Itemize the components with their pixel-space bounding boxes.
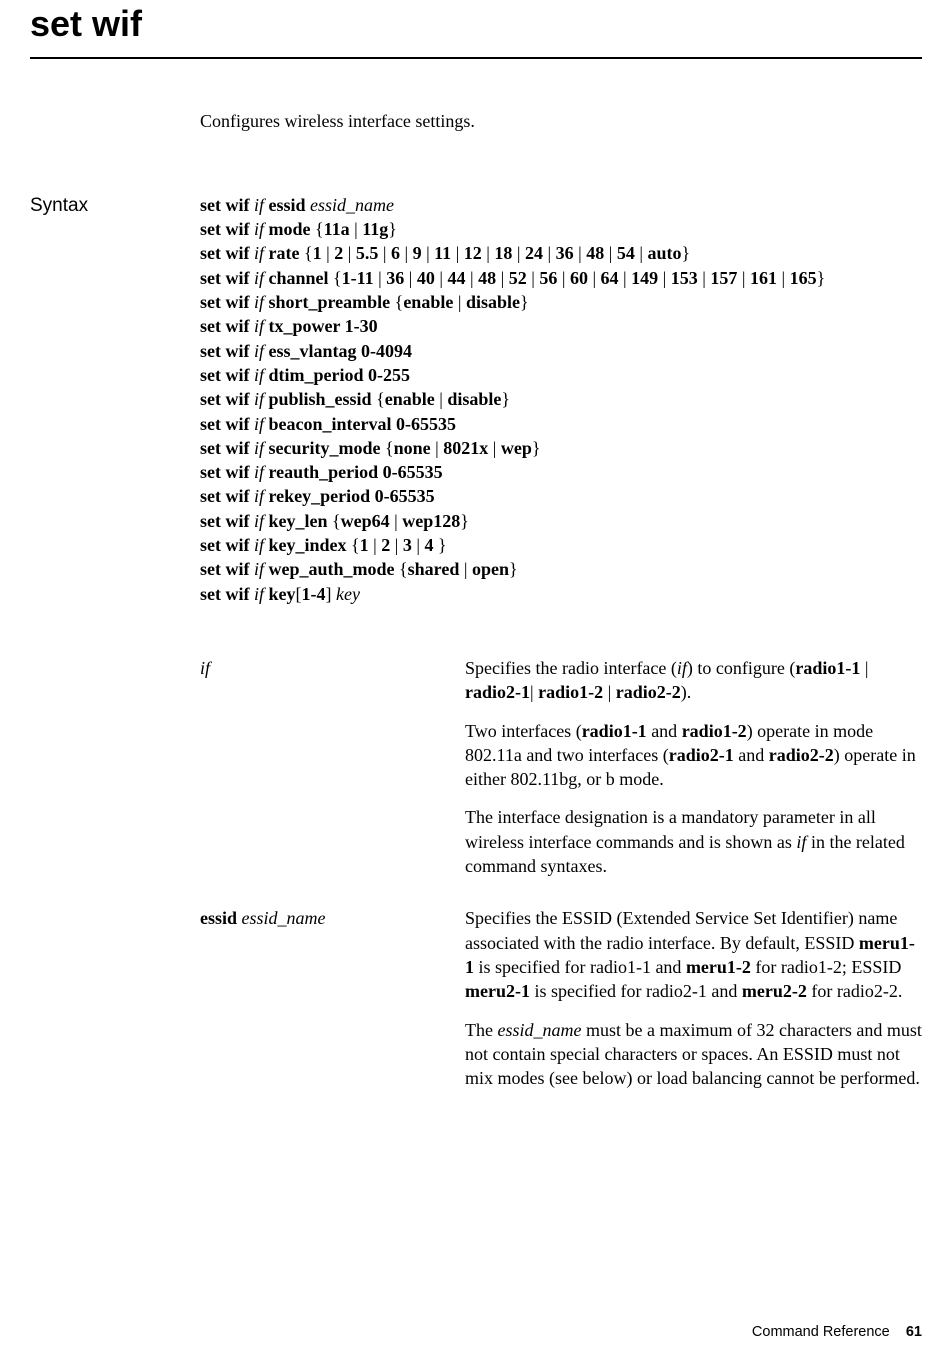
syntax-line: set wif if security_mode {none | 8021x |… (200, 436, 922, 460)
parameter-name: if (200, 656, 465, 680)
parameter-description: Specifies the ESSID (Extended Service Se… (465, 906, 922, 1104)
syntax-line: set wif if tx_power 1-30 (200, 314, 922, 338)
page-footer: Command Reference 61 (752, 1323, 922, 1343)
syntax-line: set wif if channel {1-11 | 36 | 40 | 44 … (200, 266, 922, 290)
syntax-line: set wif if publish_essid {enable | disab… (200, 387, 922, 411)
page-title: set wif (30, 0, 922, 49)
syntax-line: set wif if dtim_period 0-255 (200, 363, 922, 387)
syntax-line: set wif if ess_vlantag 0-4094 (200, 339, 922, 363)
page-number: 61 (906, 1324, 922, 1340)
syntax-line: set wif if wep_auth_mode {shared | open} (200, 557, 922, 581)
syntax-line: set wif if essid essid_name (200, 193, 922, 217)
footer-label: Command Reference (752, 1324, 890, 1340)
syntax-line: set wif if short_preamble {enable | disa… (200, 290, 922, 314)
syntax-line: set wif if key_len {wep64 | wep128} (200, 509, 922, 533)
syntax-line: set wif if rate {1 | 2 | 5.5 | 6 | 9 | 1… (200, 241, 922, 265)
parameter-description: Specifies the radio interface (if) to co… (465, 656, 922, 892)
parameter-name: essid essid_name (200, 906, 465, 930)
parameter-row: essid essid_nameSpecifies the ESSID (Ext… (200, 906, 922, 1104)
syntax-heading: Syntax (30, 193, 200, 219)
syntax-line: set wif if key[1-4] key (200, 582, 922, 606)
parameter-row: ifSpecifies the radio interface (if) to … (200, 656, 922, 892)
horizontal-rule (30, 57, 922, 59)
syntax-line: set wif if beacon_interval 0-65535 (200, 412, 922, 436)
syntax-line: set wif if mode {11a | 11g} (200, 217, 922, 241)
command-description: Configures wireless interface settings. (200, 109, 922, 133)
syntax-block: set wif if essid essid_nameset wif if mo… (200, 193, 922, 606)
parameter-table: ifSpecifies the radio interface (if) to … (200, 656, 922, 1104)
syntax-line: set wif if key_index {1 | 2 | 3 | 4 } (200, 533, 922, 557)
syntax-line: set wif if rekey_period 0-65535 (200, 484, 922, 508)
syntax-line: set wif if reauth_period 0-65535 (200, 460, 922, 484)
